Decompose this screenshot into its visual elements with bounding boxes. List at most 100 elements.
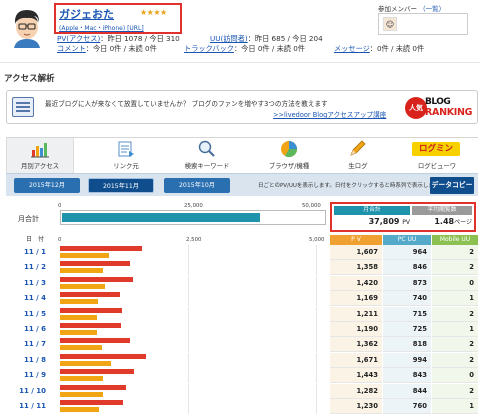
tab-label: 生ログ bbox=[348, 162, 368, 170]
link-source-icon bbox=[118, 141, 134, 157]
blog-name-link[interactable]: ガジェおた bbox=[59, 6, 114, 22]
daily-bars bbox=[60, 260, 330, 276]
monthly-pv-bar bbox=[62, 213, 261, 222]
tab-log-viewer[interactable]: ログミン ログビューワ bbox=[398, 138, 476, 174]
month-button-nov[interactable]: 2015年11月 bbox=[88, 178, 154, 193]
date-link[interactable]: 11 / 4 bbox=[6, 291, 56, 306]
mobile-uu-cell: 1 bbox=[432, 322, 478, 337]
promo-text: 最近ブログに人が来なくて放置していませんか？ ブログのファンを増やす3つの方法を… bbox=[45, 100, 328, 108]
blog-tagline-link[interactable]: (Apple・Mac・iPhone) [URL] bbox=[59, 23, 144, 32]
monthly-avg-header: 平均閲覧数 bbox=[412, 206, 472, 215]
daily-bars bbox=[60, 337, 330, 353]
pc-uu-cell: 760 bbox=[383, 399, 431, 414]
daily-bars bbox=[60, 306, 330, 322]
tab-monthly-access[interactable]: 月別アクセス bbox=[6, 138, 74, 174]
tab-link-source[interactable]: リンク元 bbox=[90, 138, 162, 174]
data-copy-button[interactable]: データコピー bbox=[430, 177, 474, 194]
blog-ranking-logo[interactable]: 人気 BLOG RANKING bbox=[405, 95, 475, 121]
table-row: 11 / 8 1,671 994 2 bbox=[6, 352, 478, 368]
month-selector-bar: 2015年12月 2015年11月 2015年10月 日ごとのPV/UUを表示し… bbox=[6, 173, 478, 196]
date-link[interactable]: 11 / 8 bbox=[6, 353, 56, 368]
pencil-log-icon bbox=[350, 140, 366, 156]
date-link[interactable]: 11 / 5 bbox=[6, 307, 56, 322]
pc-uu-cell: 994 bbox=[383, 352, 431, 368]
pc-uu-bar bbox=[60, 407, 99, 412]
daily-bars bbox=[60, 352, 330, 368]
date-link[interactable]: 11 / 3 bbox=[6, 276, 56, 291]
pc-uu-bar bbox=[60, 376, 104, 382]
pv-bar bbox=[60, 353, 146, 359]
trackback-stat: トラックバック：今日 0件 / 未読 0件 bbox=[184, 44, 305, 54]
date-link[interactable]: 11 / 10 bbox=[6, 384, 56, 399]
pv-cell: 1,230 bbox=[330, 399, 382, 414]
table-row: 11 / 2 1,358 846 2 bbox=[6, 260, 478, 276]
pv-cell: 1,211 bbox=[330, 306, 382, 322]
grid-line bbox=[188, 306, 189, 322]
grid-line bbox=[188, 275, 189, 291]
rating-stars-icon: ★★★★ bbox=[140, 8, 167, 17]
pie-chart-icon bbox=[281, 141, 298, 158]
pv-bar bbox=[60, 323, 121, 328]
pv-bar bbox=[60, 292, 120, 298]
page-title: アクセス解析 bbox=[4, 74, 55, 84]
pc-uu-cell: 846 bbox=[383, 260, 431, 276]
message-stat-link[interactable]: メッセージ bbox=[334, 44, 370, 53]
tab-browser-device[interactable]: ブラウザ/機種 bbox=[252, 138, 326, 174]
comment-stat-value: ：今日 0件 / 未読 0件 bbox=[85, 44, 157, 53]
mobile-uu-cell: 2 bbox=[432, 352, 478, 368]
monthly-avg-number: 1.48 bbox=[434, 217, 455, 226]
date-link[interactable]: 11 / 7 bbox=[6, 337, 56, 352]
uu-stat: UU(訪問者)：昨日 685 / 今日 204 bbox=[210, 34, 323, 44]
grid-line bbox=[316, 322, 317, 337]
header-divider bbox=[0, 62, 480, 63]
comment-stat-link[interactable]: コメント bbox=[57, 44, 86, 53]
grid-line bbox=[188, 337, 189, 353]
date-link[interactable]: 11 / 2 bbox=[6, 260, 56, 275]
date-link[interactable]: 11 / 6 bbox=[6, 322, 56, 337]
date-link[interactable]: 11 / 1 bbox=[6, 245, 56, 260]
pv-stat: PV(アクセス)：昨日 1078 / 今日 310 bbox=[57, 34, 180, 44]
grid-line bbox=[188, 399, 189, 414]
pc-uu-cell: 844 bbox=[383, 383, 431, 399]
pc-uu-bar bbox=[60, 314, 97, 320]
month-button-dec[interactable]: 2015年12月 bbox=[14, 178, 80, 193]
member-avatar[interactable]: ☺ bbox=[383, 17, 397, 31]
daily-scale-min: 0 bbox=[58, 237, 62, 243]
members-list-link[interactable]: （一覧） bbox=[419, 5, 445, 13]
tab-raw-log[interactable]: 生ログ bbox=[332, 138, 384, 174]
mobile-uu-cell: 2 bbox=[432, 245, 478, 260]
pv-bar bbox=[60, 261, 130, 267]
pc-uu-cell: 740 bbox=[383, 291, 431, 307]
notice-list-icon bbox=[12, 97, 34, 117]
pv-cell: 1,607 bbox=[330, 245, 382, 260]
pv-cell: 1,671 bbox=[330, 352, 382, 368]
tab-search-keyword[interactable]: 検索キーワード bbox=[168, 138, 246, 174]
pc-uu-column-header: PC UU bbox=[383, 235, 431, 245]
avatar[interactable] bbox=[8, 6, 46, 48]
daily-table: 11 / 1 1,607 964 2 11 / 2 1,358 846 2 11 / 3 1,42… bbox=[6, 245, 478, 414]
date-link[interactable]: 11 / 11 bbox=[6, 399, 56, 414]
grid-line bbox=[316, 383, 317, 399]
pc-uu-bar bbox=[60, 391, 104, 397]
date-hint: 日ごとのPV/UUを表示します。日付をクリックすると時系列で表示します。 bbox=[258, 183, 445, 189]
grid-line bbox=[316, 352, 317, 368]
blog-ranking-word1: BLOG bbox=[425, 97, 451, 107]
pv-bar bbox=[60, 369, 134, 375]
monthly-avg-unit: ページ bbox=[454, 219, 472, 226]
monthly-total-number: 37,809 bbox=[368, 217, 400, 226]
date-link[interactable]: 11 / 9 bbox=[6, 368, 56, 383]
promo-link[interactable]: >>livedoor Blogアクセスアップ講座 bbox=[273, 109, 386, 119]
monthly-total-value: 37,809 PV bbox=[334, 217, 410, 226]
daily-scale-mid: 2,500 bbox=[186, 237, 202, 243]
grid-line bbox=[316, 275, 317, 291]
month-button-oct[interactable]: 2015年10月 bbox=[164, 178, 230, 193]
grid-line bbox=[188, 260, 189, 276]
mobile-uu-cell: 2 bbox=[432, 337, 478, 353]
pv-stat-link[interactable]: PV(アクセス) bbox=[57, 34, 100, 43]
mobile-uu-cell: 1 bbox=[432, 399, 478, 414]
grid-line bbox=[316, 368, 317, 384]
mobile-uu-cell: 2 bbox=[432, 306, 478, 322]
uu-stat-link[interactable]: UU(訪問者) bbox=[210, 34, 248, 43]
comment-stat: コメント：今日 0件 / 未読 0件 bbox=[57, 44, 157, 54]
trackback-stat-link[interactable]: トラックバック bbox=[184, 44, 234, 53]
